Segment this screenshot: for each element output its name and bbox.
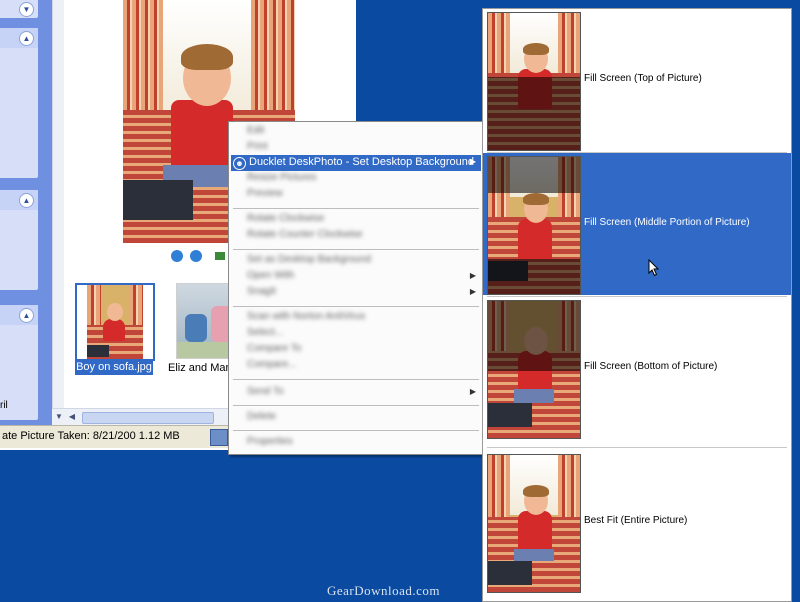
preview-bottom-of-picture: [487, 300, 581, 439]
option-fill-screen-bottom[interactable]: Fill Screen (Bottom of Picture): [483, 297, 791, 439]
context-menu-item-rotate-counter-clockwise[interactable]: Rotate Counter Clockwise: [231, 228, 481, 244]
scroll-left-icon[interactable]: ◀: [67, 412, 77, 422]
status-text: ate Picture Taken: 8/21/200 1.12 MB: [2, 430, 180, 442]
chevron-up-icon[interactable]: ▲: [19, 31, 34, 46]
option-best-fit[interactable]: Best Fit (Entire Picture): [483, 451, 791, 601]
task-pane-section[interactable]: ▼: [0, 0, 38, 18]
context-menu-item-send-to[interactable]: Send To ▶: [231, 385, 481, 401]
context-menu-item-open-with[interactable]: Open With ▶: [231, 269, 481, 285]
next-image-button[interactable]: [190, 250, 202, 262]
menu-separator: [233, 208, 479, 209]
scrollbar-thumb[interactable]: [82, 412, 214, 424]
option-label: Fill Screen (Middle Portion of Picture): [584, 217, 750, 228]
chevron-up-icon[interactable]: ▲: [19, 308, 34, 323]
task-pane: ▼ ▲ ▲ ▲: [0, 0, 52, 425]
ducklet-icon: ☻: [233, 157, 246, 170]
watermark: GearDownload.com: [327, 583, 441, 598]
task-pane-partial-text: ril: [0, 400, 8, 411]
slideshow-icon[interactable]: [215, 252, 225, 260]
context-menu-item-resize-pictures[interactable]: Resize Pictures: [231, 171, 481, 187]
option-label: Fill Screen (Top of Picture): [584, 73, 702, 84]
submenu-arrow-icon: ▶: [469, 387, 476, 396]
context-menu-item-compare[interactable]: Compare...: [231, 358, 481, 374]
submenu-arrow-icon: ▶: [469, 157, 476, 166]
menu-separator: [233, 379, 479, 380]
context-menu-item-scan-antivirus[interactable]: Scan with Norton AntiVirus: [231, 310, 481, 326]
context-menu-item-preview[interactable]: Preview: [231, 187, 481, 203]
context-menu-item-delete[interactable]: Delete: [231, 410, 481, 426]
context-menu-item-compare-to[interactable]: Compare To: [231, 342, 481, 358]
context-menu-item-label: Ducklet DeskPhoto - Set Desktop Backgrou…: [249, 156, 475, 168]
submenu-arrow-icon: ▶: [469, 287, 476, 296]
context-menu-item-snagit[interactable]: SnagIt ▶: [231, 285, 481, 301]
thumbnail-boy-on-sofa[interactable]: [75, 283, 155, 361]
computer-zone-icon: [210, 429, 228, 446]
task-pane-section-header[interactable]: ▲: [0, 28, 38, 48]
option-fill-screen-middle[interactable]: Fill Screen (Middle Portion of Picture): [483, 153, 791, 295]
thumbnail-label[interactable]: Boy on sofa.jpg: [75, 360, 153, 375]
context-menu-item-ducklet-deskphoto[interactable]: ☻ Ducklet DeskPhoto - Set Desktop Backgr…: [231, 155, 481, 171]
menu-separator: [233, 430, 479, 431]
chevron-up-icon[interactable]: ▲: [19, 193, 34, 208]
option-label: Fill Screen (Bottom of Picture): [584, 361, 718, 372]
context-menu-item-print[interactable]: Print: [231, 140, 481, 156]
context-menu-item-rotate-clockwise[interactable]: Rotate Clockwise: [231, 212, 481, 228]
context-menu-item-select[interactable]: Select...: [231, 326, 481, 342]
previous-image-button[interactable]: [171, 250, 183, 262]
menu-separator: [233, 249, 479, 250]
task-pane-section-header[interactable]: ▲: [0, 305, 38, 325]
task-pane-section: ▲: [0, 28, 38, 178]
menu-separator: [487, 447, 787, 448]
preview-top-of-picture: [487, 12, 581, 151]
chevron-down-icon[interactable]: ▼: [19, 2, 34, 17]
menu-separator: [233, 405, 479, 406]
option-fill-screen-top[interactable]: Fill Screen (Top of Picture): [483, 9, 791, 151]
context-menu: Edit Print ☻ Ducklet DeskPhoto - Set Des…: [228, 121, 484, 455]
option-label: Best Fit (Entire Picture): [584, 515, 688, 526]
submenu-arrow-icon: ▶: [469, 271, 476, 280]
menu-separator: [233, 306, 479, 307]
context-menu-item-set-desktop-background[interactable]: Set as Desktop Background: [231, 253, 481, 269]
context-menu-item-edit[interactable]: Edit: [231, 124, 481, 140]
preview-middle-of-picture: [487, 156, 581, 295]
task-pane-section-header[interactable]: ▲: [0, 190, 38, 210]
preview-entire-picture: [487, 454, 581, 593]
scroll-down-icon[interactable]: ▼: [54, 412, 64, 422]
ducklet-submenu: Fill Screen (Top of Picture) Fill Screen…: [482, 8, 792, 602]
context-menu-item-properties[interactable]: Properties: [231, 435, 481, 451]
task-pane-section: ▲: [0, 190, 38, 290]
